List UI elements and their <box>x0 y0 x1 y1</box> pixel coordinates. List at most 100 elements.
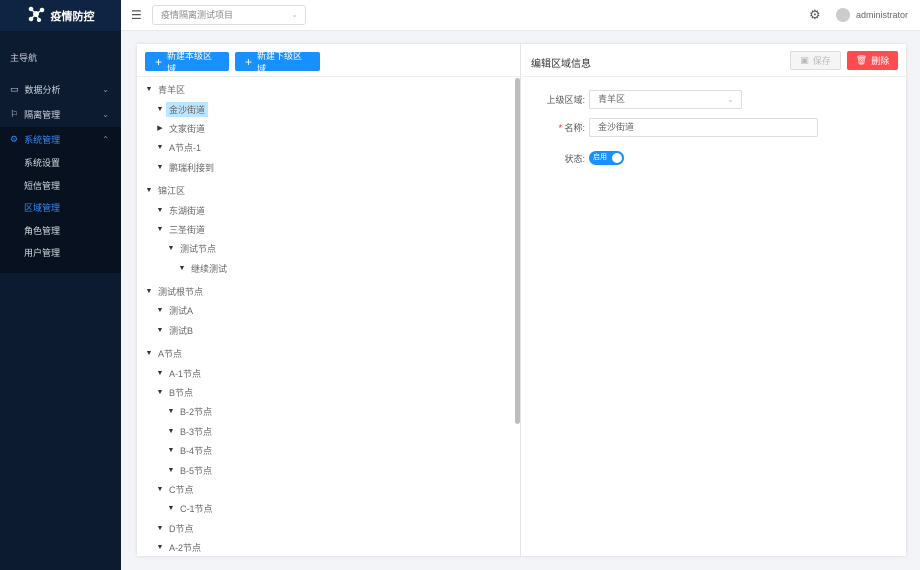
tree-node[interactable]: ▼ 测试节点 <box>143 239 520 258</box>
tree-node-label[interactable]: 青羊区 <box>155 82 188 97</box>
tree-node-label[interactable]: A节点 <box>155 346 185 361</box>
caret-down-icon[interactable]: ▼ <box>176 265 188 272</box>
tree-node-label[interactable]: A节点-1 <box>166 140 204 155</box>
tree-node[interactable]: ▼ B-4节点 <box>143 441 520 460</box>
tree-node[interactable]: ▼ B节点 <box>143 383 520 402</box>
caret-down-icon[interactable]: ▼ <box>154 525 166 532</box>
caret-down-icon[interactable]: ▼ <box>154 389 166 396</box>
caret-down-icon[interactable]: ▼ <box>165 467 177 474</box>
sidebar-item-isolation[interactable]: ⚐ 隔离管理 ⌄ <box>0 102 121 127</box>
tree-node[interactable]: ▼ 青羊区 <box>143 80 520 99</box>
tree-node[interactable]: ▼ C-1节点 <box>143 499 520 518</box>
tree-node-label[interactable]: 鹏瑞利接到 <box>166 160 217 175</box>
submenu-item-sms[interactable]: 短信管理 <box>0 175 121 198</box>
tree-node[interactable]: ▼ 锦江区 <box>143 181 520 200</box>
submenu-item-role[interactable]: 角色管理 <box>0 220 121 243</box>
settings-gear-icon[interactable]: ⚙ <box>809 7 821 23</box>
project-select[interactable]: 疫情隔离测试项目 ⌄ <box>152 5 306 25</box>
caret-down-icon[interactable]: ▼ <box>143 187 155 194</box>
scrollbar[interactable] <box>515 78 520 424</box>
caret-down-icon[interactable]: ▼ <box>165 408 177 415</box>
topbar: ☰ 疫情隔离测试项目 ⌄ ⚙ administrator <box>121 0 920 31</box>
parent-region-select[interactable]: 青羊区 ⌄ <box>589 90 742 109</box>
submenu-item-user[interactable]: 用户管理 <box>0 242 121 265</box>
username[interactable]: administrator <box>856 10 908 20</box>
caret-down-icon[interactable]: ▼ <box>154 370 166 377</box>
tree-node-label[interactable]: 金沙街道 <box>166 101 209 117</box>
caret-down-icon[interactable]: ▼ <box>154 144 166 151</box>
tree-node-label[interactable]: B-4节点 <box>177 443 215 458</box>
molecule-icon <box>27 6 45 25</box>
tree-node-label[interactable]: C-1节点 <box>177 501 216 516</box>
tree-node-label[interactable]: A-2节点 <box>166 540 204 555</box>
status-toggle[interactable]: 启用 <box>589 151 624 165</box>
tree-node[interactable]: ▼ B-3节点 <box>143 422 520 441</box>
tree-node-label[interactable]: 文家街道 <box>166 121 208 136</box>
tree-node-label[interactable]: 测试B <box>166 323 196 338</box>
tree-node-label[interactable]: 锦江区 <box>155 183 188 198</box>
tree-node[interactable]: ▼ C节点 <box>143 480 520 499</box>
caret-right-icon[interactable]: ▶ <box>154 124 166 132</box>
tree-node[interactable]: ▼ A-2节点 <box>143 538 520 557</box>
tree-node-label[interactable]: B-5节点 <box>177 463 215 478</box>
chart-board-icon: ▭ <box>10 84 19 94</box>
new-child-button[interactable]: + 新建下级区域 <box>235 51 320 74</box>
tree-node-label[interactable]: 测试A <box>166 303 196 318</box>
caret-down-icon[interactable]: ▼ <box>154 486 166 493</box>
tree-node[interactable]: ▼ B-2节点 <box>143 402 520 421</box>
submenu-item-settings[interactable]: 系统设置 <box>0 152 121 175</box>
status-row: 状态: 启用 <box>522 151 624 165</box>
save-button[interactable]: ▣ 保存 <box>790 51 841 70</box>
tree-node[interactable]: ▼ A节点-1 <box>143 138 520 157</box>
caret-down-icon[interactable]: ▼ <box>154 207 166 214</box>
tree-node[interactable]: ▼ B-5节点 <box>143 460 520 479</box>
tree-node-label[interactable]: C节点 <box>166 482 197 497</box>
caret-down-icon[interactable]: ▼ <box>165 447 177 454</box>
tree-node-label[interactable]: 三圣街道 <box>166 222 208 237</box>
sidebar-item-data-analysis[interactable]: ▭ 数据分析 ⌄ <box>0 77 121 102</box>
tree-node-label[interactable]: 继续测试 <box>188 261 230 276</box>
caret-down-icon[interactable]: ▼ <box>154 327 166 334</box>
caret-down-icon[interactable]: ▼ <box>165 505 177 512</box>
tree-node-label[interactable]: A-1节点 <box>166 366 204 381</box>
sidebar-item-system[interactable]: ⚙ 系统管理 ⌃ <box>0 127 121 152</box>
delete-button[interactable]: 🗑 删除 <box>847 51 898 70</box>
tree-node-label[interactable]: B-3节点 <box>177 424 215 439</box>
avatar[interactable] <box>836 8 850 22</box>
caret-down-icon[interactable]: ▼ <box>143 86 155 93</box>
new-same-level-button[interactable]: + 新建本级区域 <box>145 51 229 74</box>
tree-node-label[interactable]: 测试根节点 <box>155 284 206 299</box>
caret-down-icon[interactable]: ▼ <box>154 164 166 171</box>
submenu-item-region[interactable]: 区域管理 <box>0 197 121 220</box>
tree-node[interactable]: ▼ 东湖街道 <box>143 200 520 219</box>
name-input[interactable]: 金沙街道 <box>589 118 818 137</box>
caret-down-icon[interactable]: ▼ <box>165 245 177 252</box>
caret-down-icon[interactable]: ▼ <box>165 428 177 435</box>
caret-down-icon[interactable]: ▼ <box>143 288 155 295</box>
tree-node-label[interactable]: B节点 <box>166 385 196 400</box>
tree-node[interactable]: ▼ 测试根节点 <box>143 282 520 301</box>
tree-node-label[interactable]: D节点 <box>166 521 197 536</box>
tree-node[interactable]: ▶ 文家街道 <box>143 119 520 138</box>
tree-node[interactable]: ▼ 鹏瑞利接到 <box>143 158 520 177</box>
tree-node[interactable]: ▼ A节点 <box>143 344 520 363</box>
tree-node[interactable]: ▼ 继续测试 <box>143 259 520 278</box>
tree-node[interactable]: ▼ 三圣街道 <box>143 220 520 239</box>
tree-node[interactable]: ▼ 测试A <box>143 301 520 320</box>
tree-node[interactable]: ▼ 金沙街道 <box>143 99 520 118</box>
nav-heading: 主导航 <box>10 53 38 63</box>
caret-down-icon[interactable]: ▼ <box>154 307 166 314</box>
tree-node-label[interactable]: 东湖街道 <box>166 203 208 218</box>
tree-node-label[interactable]: B-2节点 <box>177 404 215 419</box>
menu-fold-icon[interactable]: ☰ <box>131 8 142 22</box>
caret-down-icon[interactable]: ▼ <box>154 106 166 113</box>
sidebar-item-label: 隔离管理 <box>24 110 61 120</box>
chevron-down-icon: ⌄ <box>727 95 734 104</box>
caret-down-icon[interactable]: ▼ <box>143 350 155 357</box>
tree-node-label[interactable]: 测试节点 <box>177 241 219 256</box>
tree-node[interactable]: ▼ 测试B <box>143 321 520 340</box>
tree-node[interactable]: ▼ A-1节点 <box>143 363 520 382</box>
caret-down-icon[interactable]: ▼ <box>154 544 166 551</box>
caret-down-icon[interactable]: ▼ <box>154 226 166 233</box>
tree-node[interactable]: ▼ D节点 <box>143 519 520 538</box>
